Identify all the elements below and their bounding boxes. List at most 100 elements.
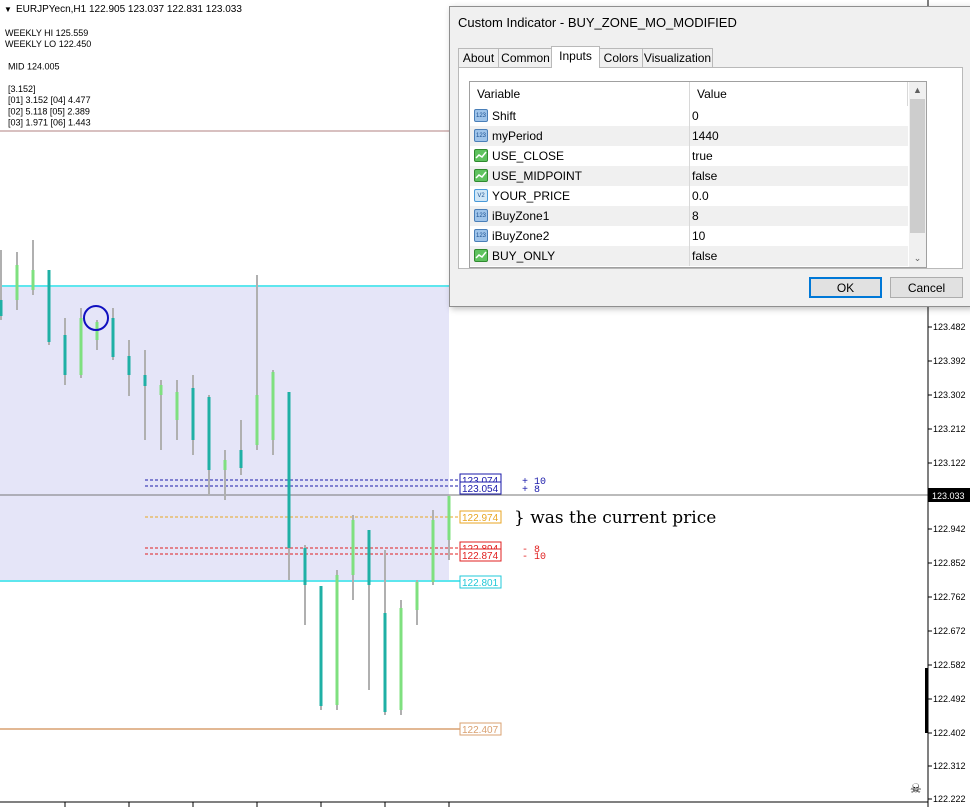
- price-tick-label: 122.942: [933, 524, 966, 534]
- candle-body: [239, 450, 243, 468]
- price-tick-label: 123.482: [933, 322, 966, 332]
- input-variable-name: YOUR_PRICE: [492, 189, 571, 203]
- price-tick-label: 122.582: [933, 660, 966, 670]
- info-line: WEEKLY HI 125.559: [5, 28, 88, 38]
- candle-body: [303, 548, 307, 585]
- inputs-panel: Variable Value 123 Shift 0 123 myPeriod 1440 U…: [458, 67, 963, 269]
- current-price-annotation: } was the current price: [514, 508, 716, 528]
- candle-body: [31, 270, 35, 290]
- symbol-menu-arrow[interactable]: ▼: [4, 5, 12, 14]
- info-line: [01] 3.152 [04] 4.477: [8, 95, 91, 105]
- candle-body: [175, 392, 179, 420]
- time-axis: [64, 802, 450, 807]
- column-header-value[interactable]: Value: [690, 82, 908, 106]
- axis-marker: [925, 668, 928, 733]
- scroll-up-icon[interactable]: ▲: [909, 82, 926, 99]
- candle-body: [399, 608, 403, 710]
- scroll-down-icon[interactable]: ⌄: [909, 250, 926, 267]
- input-row[interactable]: 123 Shift 0: [470, 106, 908, 126]
- price-tick-label: 122.312: [933, 761, 966, 771]
- level-tag: - 10: [522, 552, 546, 563]
- candle-body: [95, 322, 99, 340]
- column-header-variable[interactable]: Variable: [470, 82, 690, 106]
- level-label: 122.874: [462, 551, 499, 562]
- price-tick-label: 123.212: [933, 424, 966, 434]
- price-tick-label: 123.392: [933, 356, 966, 366]
- input-row[interactable]: USE_CLOSE true: [470, 146, 908, 166]
- candle-body: [159, 385, 163, 395]
- candle-body: [335, 575, 339, 705]
- input-variable-name: iBuyZone1: [492, 209, 550, 223]
- level-label: 122.974: [462, 513, 499, 524]
- input-row[interactable]: 123 iBuyZone2 10: [470, 226, 908, 246]
- level-label: 122.801: [462, 578, 499, 589]
- candle-body: [367, 530, 371, 585]
- input-variable-name: USE_MIDPOINT: [492, 169, 583, 183]
- current-price-label: 123.033: [932, 491, 965, 501]
- candle-body: [447, 496, 451, 540]
- cancel-button[interactable]: Cancel: [890, 277, 963, 298]
- input-value[interactable]: 8: [692, 206, 699, 226]
- input-row[interactable]: USE_MIDPOINT false: [470, 166, 908, 186]
- candle-body: [127, 356, 131, 375]
- tab-about[interactable]: About: [458, 48, 499, 67]
- tab-inputs[interactable]: Inputs: [551, 46, 600, 68]
- price-tick-label: 123.302: [933, 390, 966, 400]
- bool-icon: [474, 149, 488, 162]
- info-line: MID 124.005: [8, 62, 60, 72]
- candle-body: [79, 318, 83, 375]
- price-axis: 123.482 123.392 123.302 123.212 123.122 122.9…: [928, 322, 966, 804]
- info-line: [3.152]: [8, 84, 36, 94]
- candle-body: [0, 300, 3, 316]
- price-tick-label: 122.852: [933, 558, 966, 568]
- candle-body: [111, 318, 115, 357]
- input-value[interactable]: 0: [692, 106, 699, 126]
- inputs-table: Variable Value 123 Shift 0 123 myPeriod 1440 U…: [469, 81, 927, 268]
- price-tick-label: 122.222: [933, 794, 966, 804]
- buy-zone-box: [0, 286, 449, 581]
- level-label: 123.054: [462, 484, 499, 495]
- candle-body: [383, 613, 387, 712]
- candle-body: [319, 586, 323, 706]
- scroll-thumb[interactable]: [910, 99, 925, 233]
- input-value[interactable]: 1440: [692, 126, 719, 146]
- input-variable-name: BUY_ONLY: [492, 249, 556, 263]
- custom-indicator-dialog[interactable]: Custom Indicator - BUY_ZONE_MO_MODIFIED …: [449, 6, 970, 307]
- price-tick-label: 122.672: [933, 626, 966, 636]
- input-row[interactable]: BUY_ONLY false: [470, 246, 908, 266]
- price-tick-label: 122.402: [933, 728, 966, 738]
- price-tick-label: 123.122: [933, 458, 966, 468]
- input-variable-name: myPeriod: [492, 129, 543, 143]
- candle-body: [287, 392, 291, 548]
- tab-visualization[interactable]: Visualization: [642, 48, 713, 67]
- input-value[interactable]: false: [692, 246, 717, 266]
- candle-body: [63, 335, 67, 375]
- tab-colors[interactable]: Colors: [599, 48, 643, 67]
- candle-body: [143, 375, 147, 386]
- level-label: 122.407: [462, 725, 499, 736]
- input-row[interactable]: V2 YOUR_PRICE 0.0: [470, 186, 908, 206]
- input-row[interactable]: 123 myPeriod 1440: [470, 126, 908, 146]
- input-value[interactable]: 0.0: [692, 186, 709, 206]
- price-tick-label: 122.492: [933, 694, 966, 704]
- int-icon: 123: [474, 209, 488, 222]
- input-row[interactable]: 123 iBuyZone1 8: [470, 206, 908, 226]
- candle-body: [15, 265, 19, 300]
- candle-body: [271, 372, 275, 440]
- level-tag: + 8: [522, 485, 540, 496]
- candle-body: [255, 395, 259, 445]
- symbol-header: EURJPYecn,H1 122.905 123.037 122.831 123…: [16, 4, 242, 15]
- input-value[interactable]: 10: [692, 226, 705, 246]
- double-icon: V2: [474, 189, 488, 202]
- input-variable-name: USE_CLOSE: [492, 149, 565, 163]
- int-icon: 123: [474, 229, 488, 242]
- input-value[interactable]: false: [692, 166, 717, 186]
- price-tick-label: 122.762: [933, 592, 966, 602]
- bool-icon: [474, 169, 488, 182]
- candle-body: [191, 388, 195, 440]
- input-value[interactable]: true: [692, 146, 713, 166]
- vertical-scrollbar[interactable]: ▲ ⌄: [909, 82, 926, 267]
- indicator-info: WEEKLY HI 125.559WEEKLY LO 122.450 MID 12…: [5, 28, 91, 128]
- ok-button[interactable]: OK: [809, 277, 882, 298]
- tab-common[interactable]: Common: [498, 48, 553, 67]
